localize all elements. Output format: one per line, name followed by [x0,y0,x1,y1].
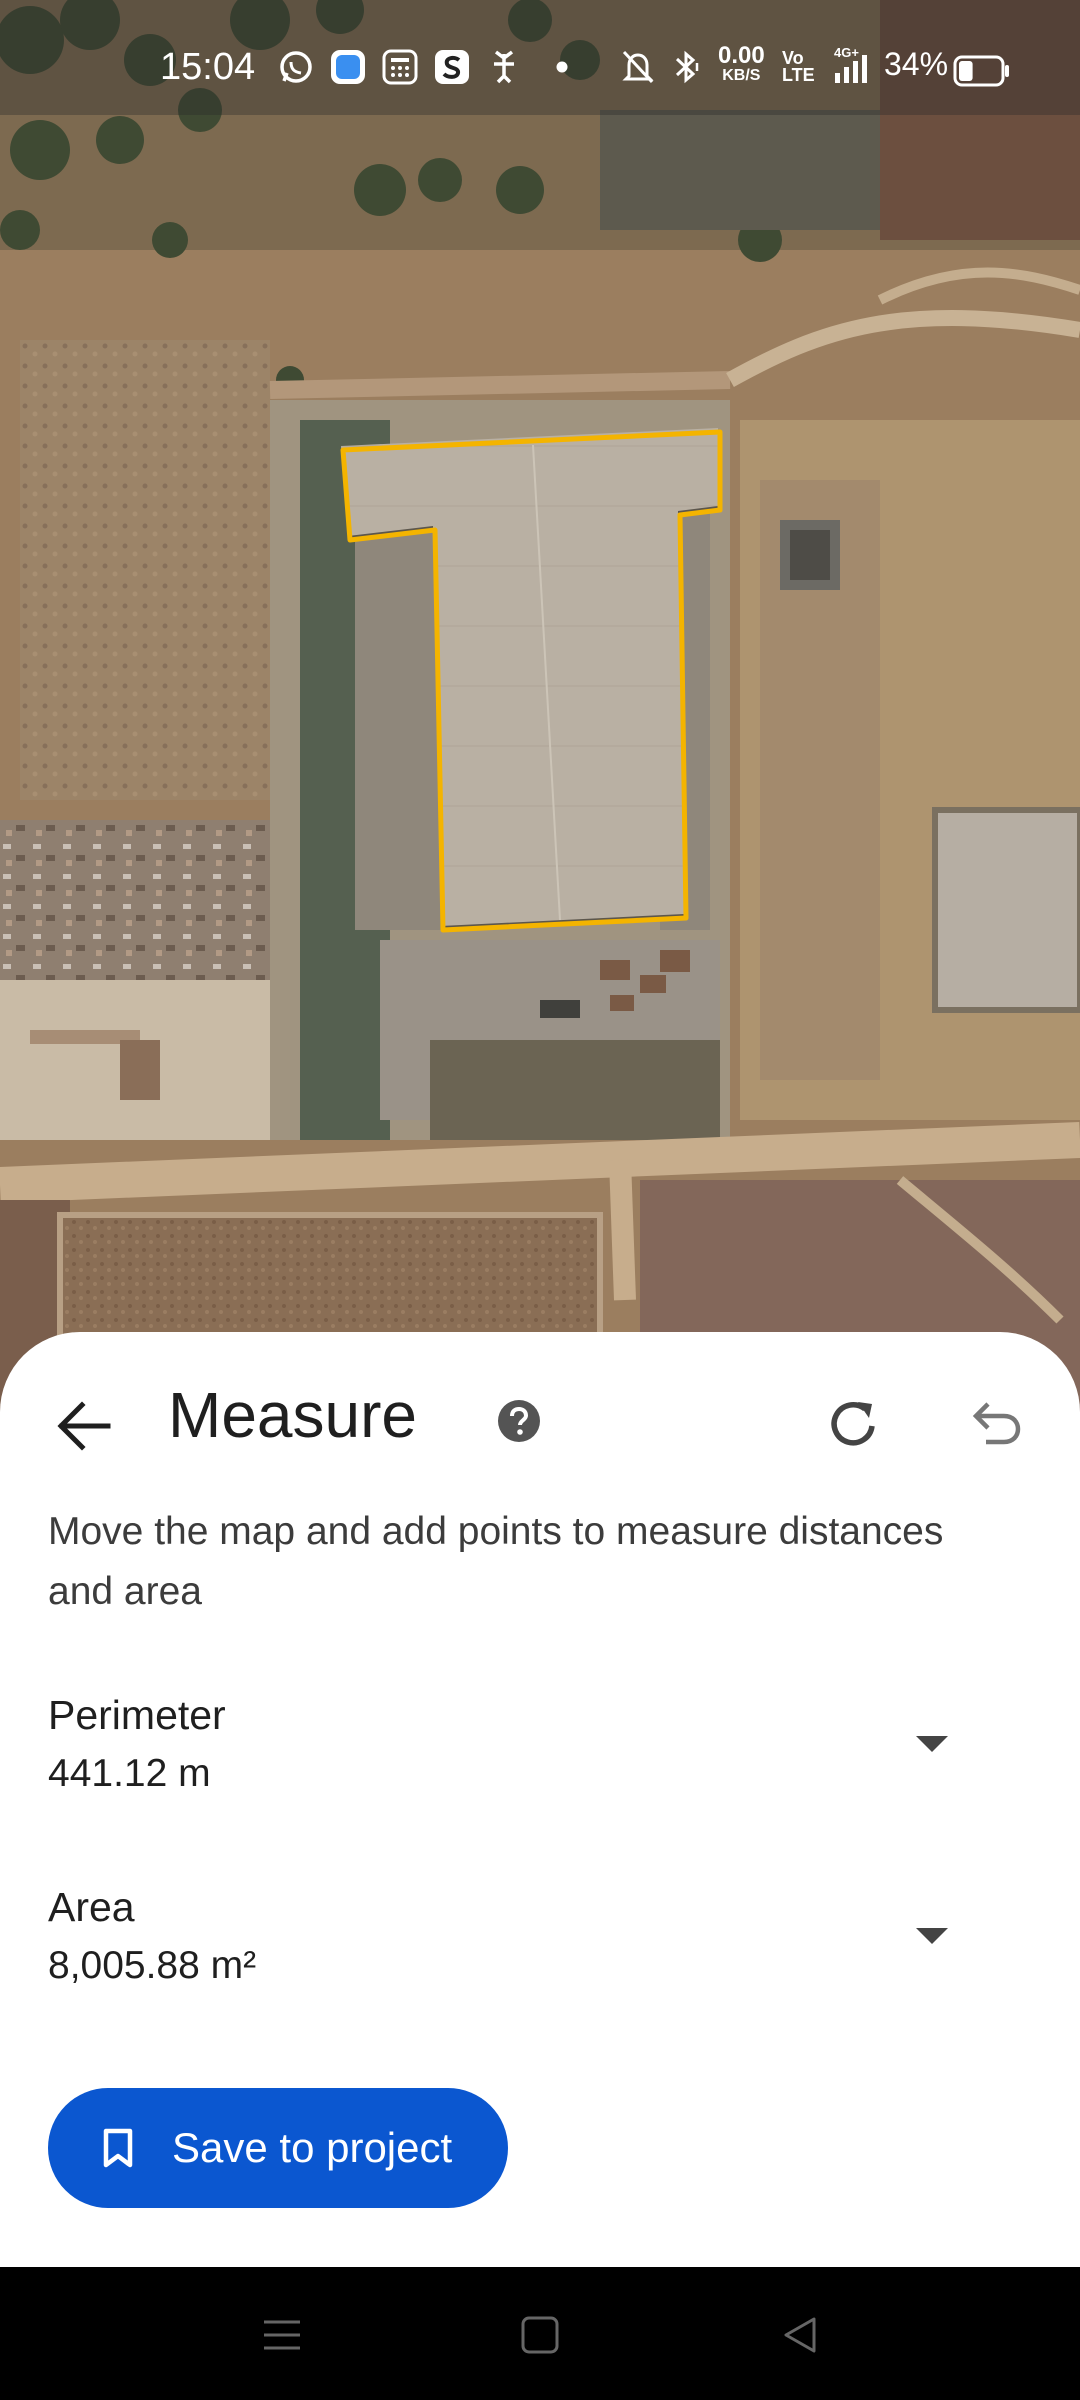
save-to-project-button[interactable]: Save to project [48,2088,508,2208]
dot-icon [552,48,572,86]
network-speed: 0.00 KB/S [718,42,765,86]
mute-bell-icon [618,48,658,86]
menu-icon[interactable] [254,2307,310,2363]
app-icon [328,48,368,86]
undo-icon [972,1402,1021,1445]
volte-bottom: LTE [782,65,815,85]
measure-sheet: Measure Move the map and add points to m… [0,1332,1080,2267]
perimeter-caret-down-icon[interactable] [912,1732,960,1772]
calculator-icon [380,48,420,86]
status-bar: 15:04 0.00 KB/S Vo LTE 4G+ 34% [0,0,1080,115]
battery-icon [952,52,1012,90]
signal-label: 4G+ [834,45,859,60]
perimeter-row[interactable]: Perimeter 441.12 m [0,1692,1080,1842]
area-value: 8,005.88 m² [48,1944,257,1987]
fan-icon [484,48,524,86]
home-icon[interactable] [512,2307,568,2363]
perimeter-value: 441.12 m [48,1752,211,1795]
save-button-label: Save to project [172,2124,453,2171]
whatsapp-icon [277,48,315,86]
volte-indicator: Vo LTE [782,49,815,85]
arrow-back-icon [57,1401,111,1451]
area-caret-down-icon[interactable] [912,1924,960,1964]
undo-button[interactable] [960,1388,1032,1460]
back-triangle-icon[interactable] [772,2307,828,2363]
s-app-icon [432,48,472,86]
bookmark-icon [88,2118,148,2178]
satellite-map[interactable] [0,0,1080,1420]
refresh-icon [831,1402,875,1446]
perimeter-label: Perimeter [48,1692,226,1738]
sheet-title: Measure [168,1379,417,1451]
battery-percent: 34% [884,46,949,82]
help-icon[interactable] [496,1398,542,1444]
area-label: Area [48,1884,135,1930]
clock: 15:04 [160,46,256,88]
instructions-text: Move the map and add points to measure d… [48,1510,944,1613]
back-button[interactable] [48,1390,120,1462]
redo-button[interactable] [818,1388,890,1460]
navigation-bar [0,2267,1080,2400]
map-imagery [0,0,1080,1420]
signal-icon: 4G+ [832,45,872,84]
bluetooth-icon [666,48,706,86]
area-row[interactable]: Area 8,005.88 m² [0,1884,1080,2034]
net-speed-value: 0.00 [718,42,765,69]
net-speed-unit: KB/S [722,67,761,84]
